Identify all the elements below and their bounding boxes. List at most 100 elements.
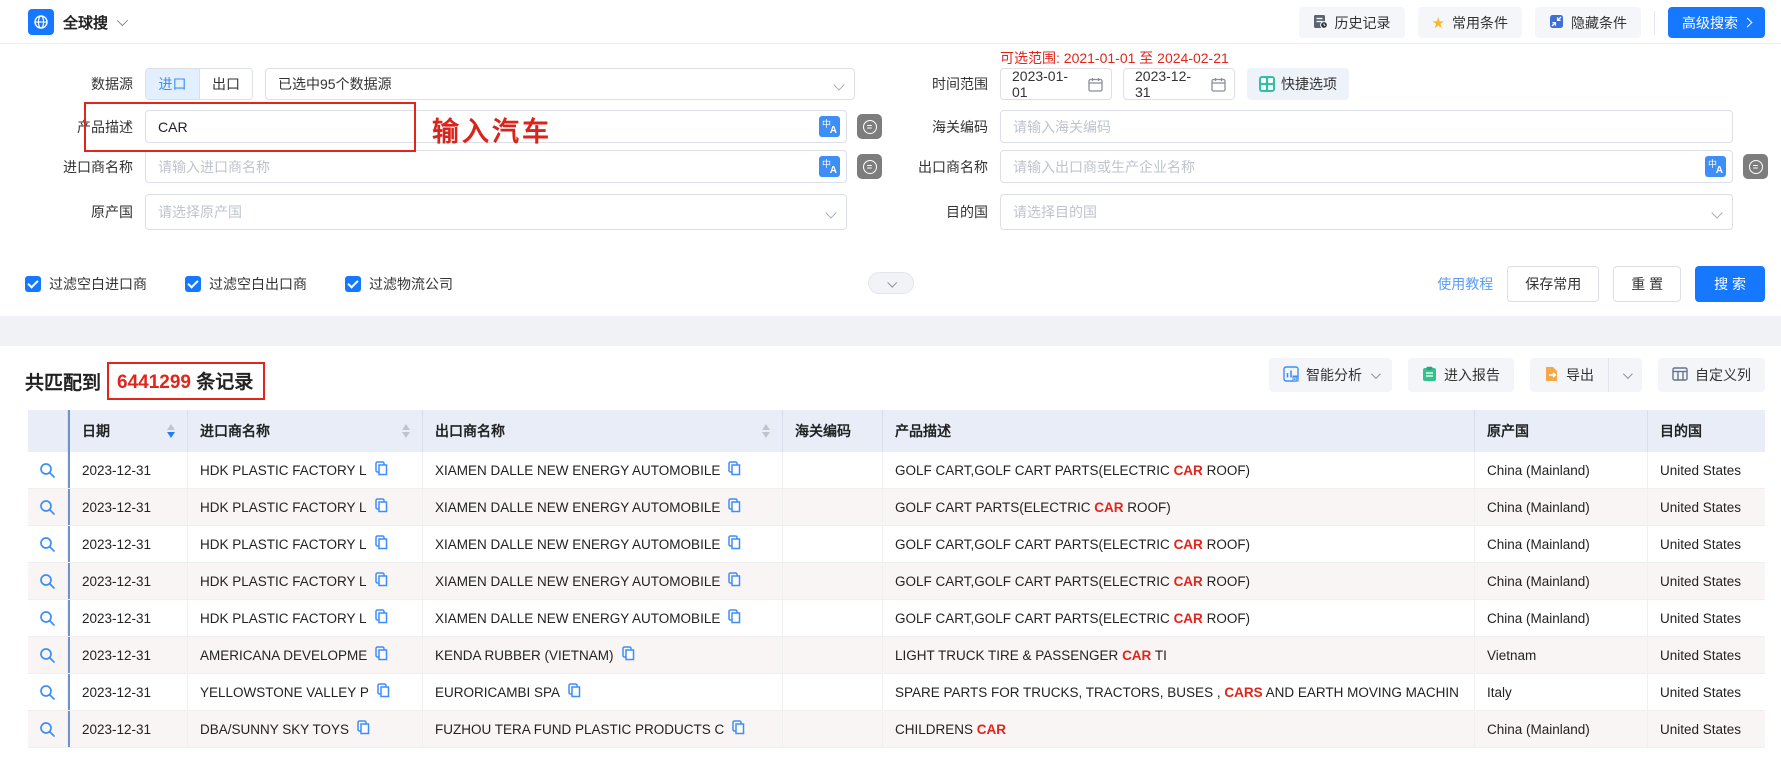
results-table: 日期 进口商名称 出口商名称 海关编码 产品描述 原产国 目的国 2023-12… [28, 410, 1765, 748]
cell-detail [28, 452, 68, 488]
form-collapse-toggle[interactable] [868, 272, 914, 294]
cell-hs-code [783, 489, 883, 525]
copy-icon[interactable] [728, 535, 741, 553]
importer-input[interactable] [145, 150, 847, 183]
exact-match-icon[interactable]: = [857, 114, 882, 139]
checkbox-filter-blank-exporter[interactable]: 过滤空白出口商 [185, 274, 307, 294]
copy-icon[interactable] [728, 498, 741, 516]
copy-icon[interactable] [728, 461, 741, 479]
copy-icon[interactable] [377, 683, 390, 701]
translate-icon[interactable]: 中A [1705, 156, 1726, 177]
checkbox-filter-blank-importer[interactable]: 过滤空白进口商 [25, 274, 147, 294]
search-button[interactable]: 搜 索 [1695, 266, 1765, 302]
enter-report-button[interactable]: 进入报告 [1408, 358, 1514, 392]
tab-export[interactable]: 出口 [199, 69, 252, 99]
cell-desc: GOLF CART,GOLF CART PARTS(ELECTRIC CAR R… [883, 600, 1475, 636]
copy-icon[interactable] [375, 461, 388, 479]
exporter-input[interactable] [1000, 150, 1733, 183]
view-detail-icon[interactable] [39, 610, 56, 627]
copy-icon[interactable] [375, 535, 388, 553]
export-more-button[interactable] [1608, 358, 1642, 392]
header-importer[interactable]: 进口商名称 [188, 410, 423, 452]
cell-origin: China (Mainland) [1475, 563, 1648, 599]
view-detail-icon[interactable] [39, 573, 56, 590]
cell-importer: HDK PLASTIC FACTORY L [188, 489, 423, 525]
smart-analysis-button[interactable]: BI 智能分析 [1269, 358, 1392, 392]
view-detail-icon[interactable] [39, 499, 56, 516]
tutorial-link[interactable]: 使用教程 [1437, 274, 1493, 294]
destination-select[interactable]: 请选择目的国 [1000, 194, 1733, 230]
cell-desc: CHILDRENS CAR [883, 711, 1475, 747]
history-button[interactable]: 历史记录 [1299, 7, 1405, 38]
cell-hs-code [783, 637, 883, 673]
cell-exporter: FUZHOU TERA FUND PLASTIC PRODUCTS C [423, 711, 783, 747]
data-source-select[interactable]: 已选中95个数据源 [265, 68, 855, 100]
copy-icon[interactable] [728, 609, 741, 627]
chevron-down-icon [1711, 207, 1722, 218]
hide-conditions-button[interactable]: 隐藏条件 [1535, 7, 1641, 38]
view-detail-icon[interactable] [39, 684, 56, 701]
cell-importer: HDK PLASTIC FACTORY L [188, 526, 423, 562]
sort-icons[interactable] [748, 424, 770, 438]
exact-match-icon[interactable]: = [857, 154, 882, 179]
chevron-down-icon[interactable] [117, 15, 128, 26]
copy-icon[interactable] [375, 609, 388, 627]
copy-icon[interactable] [568, 683, 581, 701]
quick-options-button[interactable]: 快捷选项 [1247, 68, 1349, 100]
cell-importer: AMERICANA DEVELOPME [188, 637, 423, 673]
hs-code-label: 海关编码 [900, 117, 988, 137]
chevron-down-icon [833, 79, 844, 90]
copy-icon[interactable] [375, 646, 388, 664]
view-detail-icon[interactable] [39, 462, 56, 479]
header-exporter[interactable]: 出口商名称 [423, 410, 783, 452]
bi-chart-icon: BI [1283, 366, 1299, 385]
cell-importer: YELLOWSTONE VALLEY P [188, 674, 423, 710]
app-title: 全球搜 [63, 12, 108, 33]
cell-date: 2023-12-31 [68, 452, 188, 488]
sort-icons[interactable] [153, 424, 175, 438]
cell-destination: United States [1648, 637, 1765, 673]
reset-button[interactable]: 重 置 [1613, 266, 1681, 302]
cell-origin: China (Mainland) [1475, 526, 1648, 562]
checkbox-filter-logistics[interactable]: 过滤物流公司 [345, 274, 453, 294]
checkbox-checked-icon [185, 276, 201, 292]
tab-import[interactable]: 进口 [146, 69, 199, 99]
cell-desc: GOLF CART PARTS(ELECTRIC CAR ROOF) [883, 489, 1475, 525]
hs-code-input[interactable] [1000, 110, 1733, 143]
cell-date: 2023-12-31 [68, 563, 188, 599]
cell-destination: United States [1648, 711, 1765, 747]
table-row: 2023-12-31 HDK PLASTIC FACTORY L XIAMEN … [28, 526, 1765, 563]
save-conditions-button[interactable]: 保存常用 [1507, 266, 1599, 302]
date-range-hint: 可选范围: 2021-01-01 至 2024-02-21 [1000, 48, 1229, 68]
copy-icon[interactable] [375, 498, 388, 516]
end-date-input[interactable]: 2023-12-31 [1123, 68, 1235, 100]
header-date[interactable]: 日期 [68, 410, 188, 452]
translate-icon[interactable]: 中A [819, 116, 840, 137]
app-brand[interactable]: 全球搜 [28, 9, 125, 35]
chevron-down-icon [887, 277, 897, 287]
origin-select[interactable]: 请选择原产国 [145, 194, 847, 230]
copy-icon[interactable] [728, 572, 741, 590]
view-detail-icon[interactable] [39, 721, 56, 738]
exporter-label: 出口商名称 [900, 157, 988, 177]
favorites-button[interactable]: ★ 常用条件 [1418, 7, 1522, 38]
view-detail-icon[interactable] [39, 647, 56, 664]
start-date-input[interactable]: 2023-01-01 [1000, 68, 1112, 100]
copy-icon[interactable] [357, 720, 370, 738]
exact-match-icon[interactable]: = [1743, 154, 1768, 179]
cell-date: 2023-12-31 [68, 489, 188, 525]
cell-detail [28, 674, 68, 710]
collapse-icon [1549, 14, 1564, 32]
copy-icon[interactable] [732, 720, 745, 738]
custom-columns-button[interactable]: 自定义列 [1658, 358, 1765, 392]
cell-hs-code [783, 600, 883, 636]
copy-icon[interactable] [375, 572, 388, 590]
export-button[interactable]: 导出 [1530, 358, 1608, 392]
sort-icons[interactable] [388, 424, 410, 438]
copy-icon[interactable] [622, 646, 635, 664]
advanced-search-button[interactable]: 高级搜索 [1668, 7, 1765, 38]
view-detail-icon[interactable] [39, 536, 56, 553]
cell-date: 2023-12-31 [68, 600, 188, 636]
cell-destination: United States [1648, 674, 1765, 710]
translate-icon[interactable]: 中A [819, 156, 840, 177]
